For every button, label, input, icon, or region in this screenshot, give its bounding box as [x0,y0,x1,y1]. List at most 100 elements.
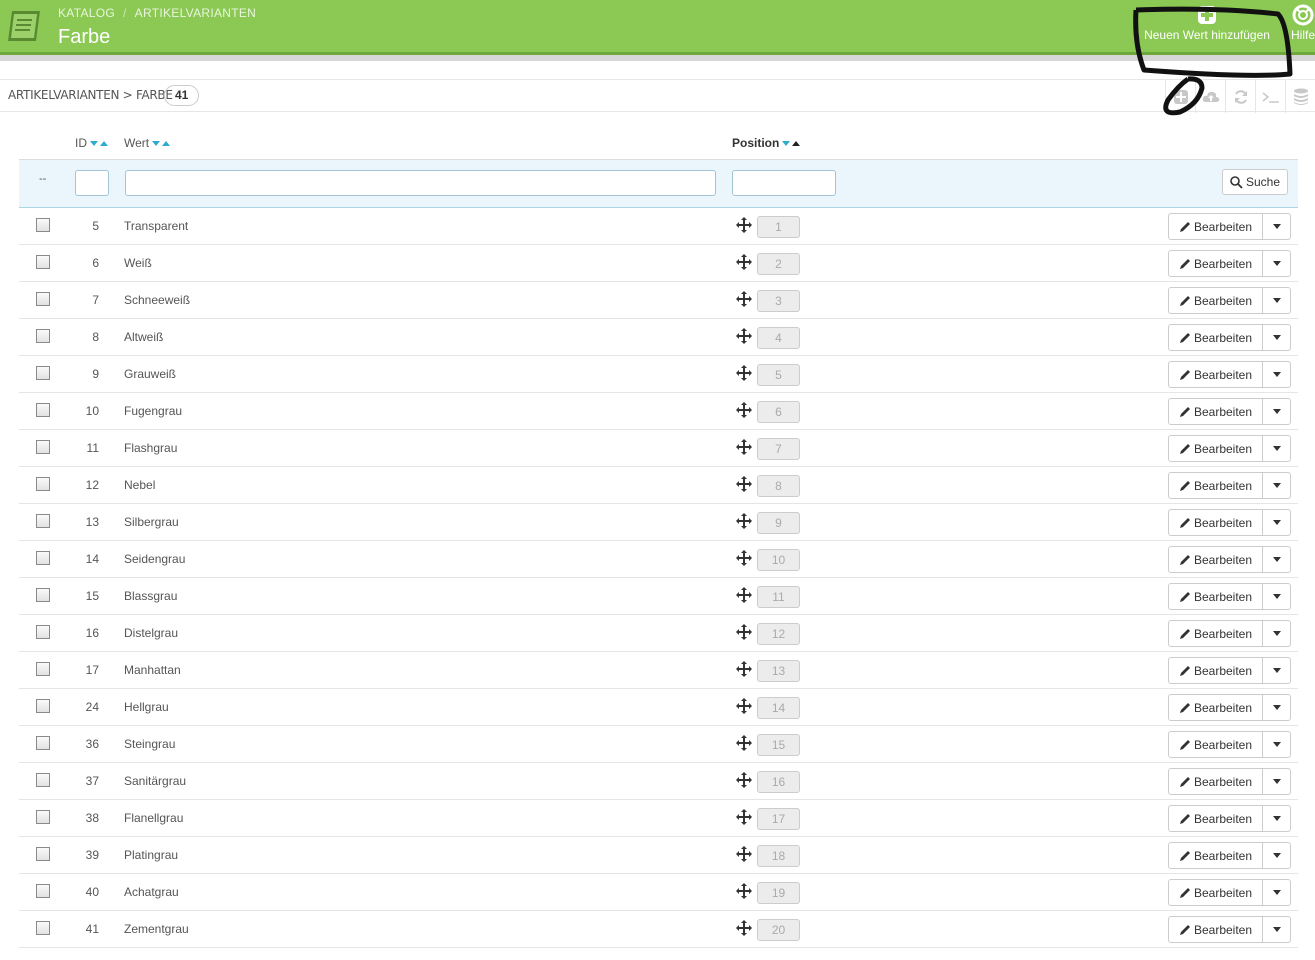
drag-handle-icon[interactable] [736,402,752,418]
edit-button[interactable]: Bearbeiten [1169,473,1263,498]
drag-handle-icon[interactable] [736,772,752,788]
row-checkbox[interactable] [36,403,50,417]
edit-button[interactable]: Bearbeiten [1169,658,1263,683]
sort-desc-icon[interactable] [90,141,98,147]
row-checkbox[interactable] [36,921,50,935]
cloud-upload-icon[interactable] [1195,80,1225,113]
drag-handle-icon[interactable] [736,217,752,233]
row-actions-dropdown[interactable] [1263,325,1290,350]
edit-button[interactable]: Bearbeiten [1169,584,1263,609]
drag-handle-icon[interactable] [736,624,752,640]
drag-handle-icon[interactable] [736,587,752,603]
row-checkbox[interactable] [36,329,50,343]
row-actions-dropdown[interactable] [1263,769,1290,794]
edit-button[interactable]: Bearbeiten [1169,806,1263,831]
add-icon[interactable] [1165,80,1195,113]
drag-handle-icon[interactable] [736,809,752,825]
row-checkbox[interactable] [36,255,50,269]
edit-button[interactable]: Bearbeiten [1169,547,1263,572]
drag-handle-icon[interactable] [736,328,752,344]
edit-button[interactable]: Bearbeiten [1169,362,1263,387]
row-checkbox[interactable] [36,736,50,750]
row-checkbox[interactable] [36,514,50,528]
edit-button[interactable]: Bearbeiten [1169,769,1263,794]
edit-button[interactable]: Bearbeiten [1169,732,1263,757]
drag-handle-icon[interactable] [736,661,752,677]
edit-button[interactable]: Bearbeiten [1169,695,1263,720]
edit-button[interactable]: Bearbeiten [1169,325,1263,350]
row-actions-dropdown[interactable] [1263,843,1290,868]
edit-button[interactable]: Bearbeiten [1169,251,1263,276]
row-actions-dropdown[interactable] [1263,251,1290,276]
row-actions-dropdown[interactable] [1263,473,1290,498]
row-actions-dropdown[interactable] [1263,436,1290,461]
row-checkbox[interactable] [36,292,50,306]
edit-button[interactable]: Bearbeiten [1169,510,1263,535]
edit-button[interactable]: Bearbeiten [1169,288,1263,313]
row-checkbox[interactable] [36,884,50,898]
row-checkbox[interactable] [36,477,50,491]
sort-asc-icon[interactable] [100,141,108,147]
row-actions-dropdown[interactable] [1263,732,1290,757]
refresh-icon[interactable] [1225,80,1255,113]
sort-desc-icon[interactable] [152,141,161,147]
row-actions-dropdown[interactable] [1263,658,1290,683]
row-checkbox[interactable] [36,218,50,232]
row-actions-dropdown[interactable] [1263,214,1290,239]
row-checkbox[interactable] [36,551,50,565]
edit-button[interactable]: Bearbeiten [1169,880,1263,905]
breadcrumb-artikelvarianten[interactable]: ARTIKELVARIANTEN [135,6,257,20]
drag-handle-icon[interactable] [736,513,752,529]
row-actions-dropdown[interactable] [1263,621,1290,646]
row-checkbox[interactable] [36,847,50,861]
row-actions-dropdown[interactable] [1263,362,1290,387]
drag-handle-icon[interactable] [736,883,752,899]
sort-asc-icon[interactable] [792,141,801,147]
drag-handle-icon[interactable] [736,439,752,455]
edit-button[interactable]: Bearbeiten [1169,399,1263,424]
drag-handle-icon[interactable] [736,920,752,936]
drag-handle-icon[interactable] [736,846,752,862]
row-actions-dropdown[interactable] [1263,399,1290,424]
drag-handle-icon[interactable] [736,698,752,714]
row-actions-dropdown[interactable] [1263,510,1290,535]
filter-id-input[interactable] [75,170,109,196]
row-checkbox[interactable] [36,588,50,602]
row-actions-dropdown[interactable] [1263,584,1290,609]
filter-position-input[interactable] [732,170,836,196]
drag-handle-icon[interactable] [736,365,752,381]
search-button[interactable]: Suche [1222,169,1288,195]
edit-button[interactable]: Bearbeiten [1169,214,1263,239]
row-actions-dropdown[interactable] [1263,547,1290,572]
drag-handle-icon[interactable] [736,550,752,566]
sort-desc-icon[interactable] [782,141,791,147]
filter-value-input[interactable] [125,170,716,196]
edit-button[interactable]: Bearbeiten [1169,621,1263,646]
row-checkbox[interactable] [36,625,50,639]
edit-button[interactable]: Bearbeiten [1169,436,1263,461]
row-actions-dropdown[interactable] [1263,288,1290,313]
row-checkbox[interactable] [36,440,50,454]
edit-button[interactable]: Bearbeiten [1169,917,1263,942]
breadcrumb-katalog[interactable]: KATALOG [58,6,115,20]
row-actions-dropdown[interactable] [1263,806,1290,831]
help-button[interactable]: Hilfe [1283,4,1315,42]
row-actions-dropdown[interactable] [1263,917,1290,942]
edit-button[interactable]: Bearbeiten [1169,843,1263,868]
row-checkbox[interactable] [36,699,50,713]
database-icon[interactable] [1285,80,1315,113]
drag-handle-icon[interactable] [736,291,752,307]
terminal-icon[interactable] [1255,80,1285,113]
row-checkbox[interactable] [36,366,50,380]
row-checkbox[interactable] [36,810,50,824]
row-checkbox[interactable] [36,773,50,787]
row-checkbox[interactable] [36,662,50,676]
row-actions-dropdown[interactable] [1263,880,1290,905]
row-actions-dropdown[interactable] [1263,695,1290,720]
sort-asc-icon[interactable] [162,141,171,147]
drag-handle-icon[interactable] [736,476,752,492]
drag-handle-icon[interactable] [736,254,752,270]
add-new-value-button[interactable]: Neuen Wert hinzufügen [1138,4,1276,42]
breadcrumb: KATALOG / ARTIKELVARIANTEN [58,6,257,20]
drag-handle-icon[interactable] [736,735,752,751]
